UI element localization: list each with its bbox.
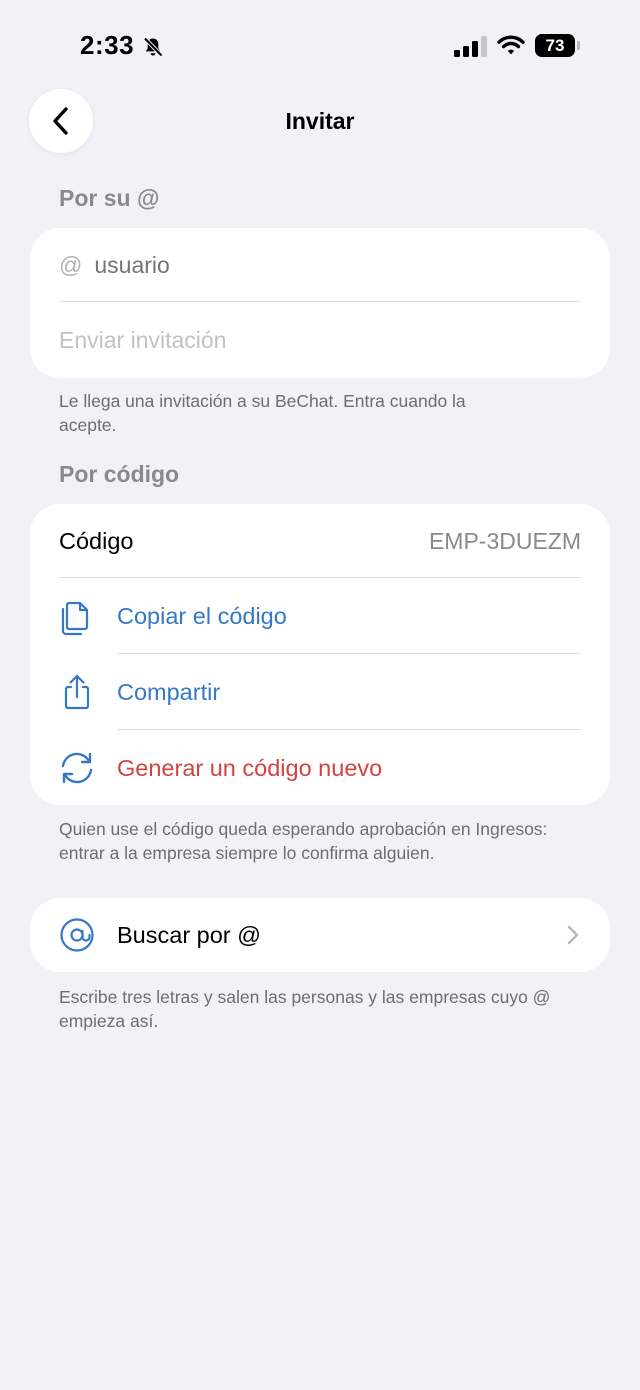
share-button[interactable]: Compartir — [30, 655, 610, 730]
cellular-signal-icon — [454, 36, 487, 57]
section-label-handle: Por su @ — [59, 185, 160, 211]
code-footnote: Quien use el código queda esperando apro… — [59, 819, 548, 863]
search-footnote: Escribe tres letras y salen las personas… — [59, 987, 551, 1031]
at-sign-icon — [60, 918, 94, 952]
divider — [117, 653, 581, 654]
search-by-handle-label: Buscar por @ — [117, 922, 262, 948]
copy-code-label: Copiar el código — [117, 603, 287, 629]
search-by-handle-button[interactable]: Buscar por @ — [30, 898, 610, 972]
generate-new-code-label: Generar un código nuevo — [117, 754, 383, 781]
share-icon — [64, 674, 90, 710]
status-time: 2:33 — [80, 30, 135, 60]
chevron-right-icon — [567, 925, 579, 945]
copy-code-button[interactable]: Copiar el código — [30, 579, 610, 654]
code-row: Código EMP-3DUEZM — [30, 504, 610, 578]
username-input[interactable] — [94, 251, 555, 279]
generate-new-code-button[interactable]: Generar un código nuevo — [30, 731, 610, 805]
copy-icon — [61, 601, 89, 636]
at-prefix: @ — [59, 251, 83, 278]
bell-slash-icon — [143, 37, 163, 57]
battery-icon: 73 — [535, 34, 575, 57]
refresh-icon — [61, 752, 93, 784]
code-value: EMP-3DUEZM — [428, 527, 581, 554]
battery-tip — [577, 41, 580, 50]
handle-footnote: Le llega una invitación a su BeChat. Ent… — [59, 391, 466, 435]
code-label: Código — [59, 527, 134, 554]
send-invitation-row[interactable]: Enviar invitación — [30, 303, 610, 377]
divider — [117, 729, 581, 730]
send-invitation-button[interactable]: Enviar invitación — [59, 327, 226, 354]
invite-by-code-card: Código EMP-3DUEZM Copiar el código Compa… — [30, 504, 610, 805]
share-label: Compartir — [117, 679, 221, 705]
section-label-code: Por código — [59, 461, 180, 487]
page-title: Invitar — [285, 108, 355, 134]
username-row: @ — [30, 228, 610, 302]
invite-by-handle-card: @ Enviar invitación — [30, 228, 610, 378]
divider — [59, 301, 581, 302]
divider — [59, 577, 581, 578]
wifi-icon — [497, 35, 525, 55]
invite-screen: 2:33 73 Invitar Por su @ @ Enviar invita… — [0, 0, 640, 1390]
